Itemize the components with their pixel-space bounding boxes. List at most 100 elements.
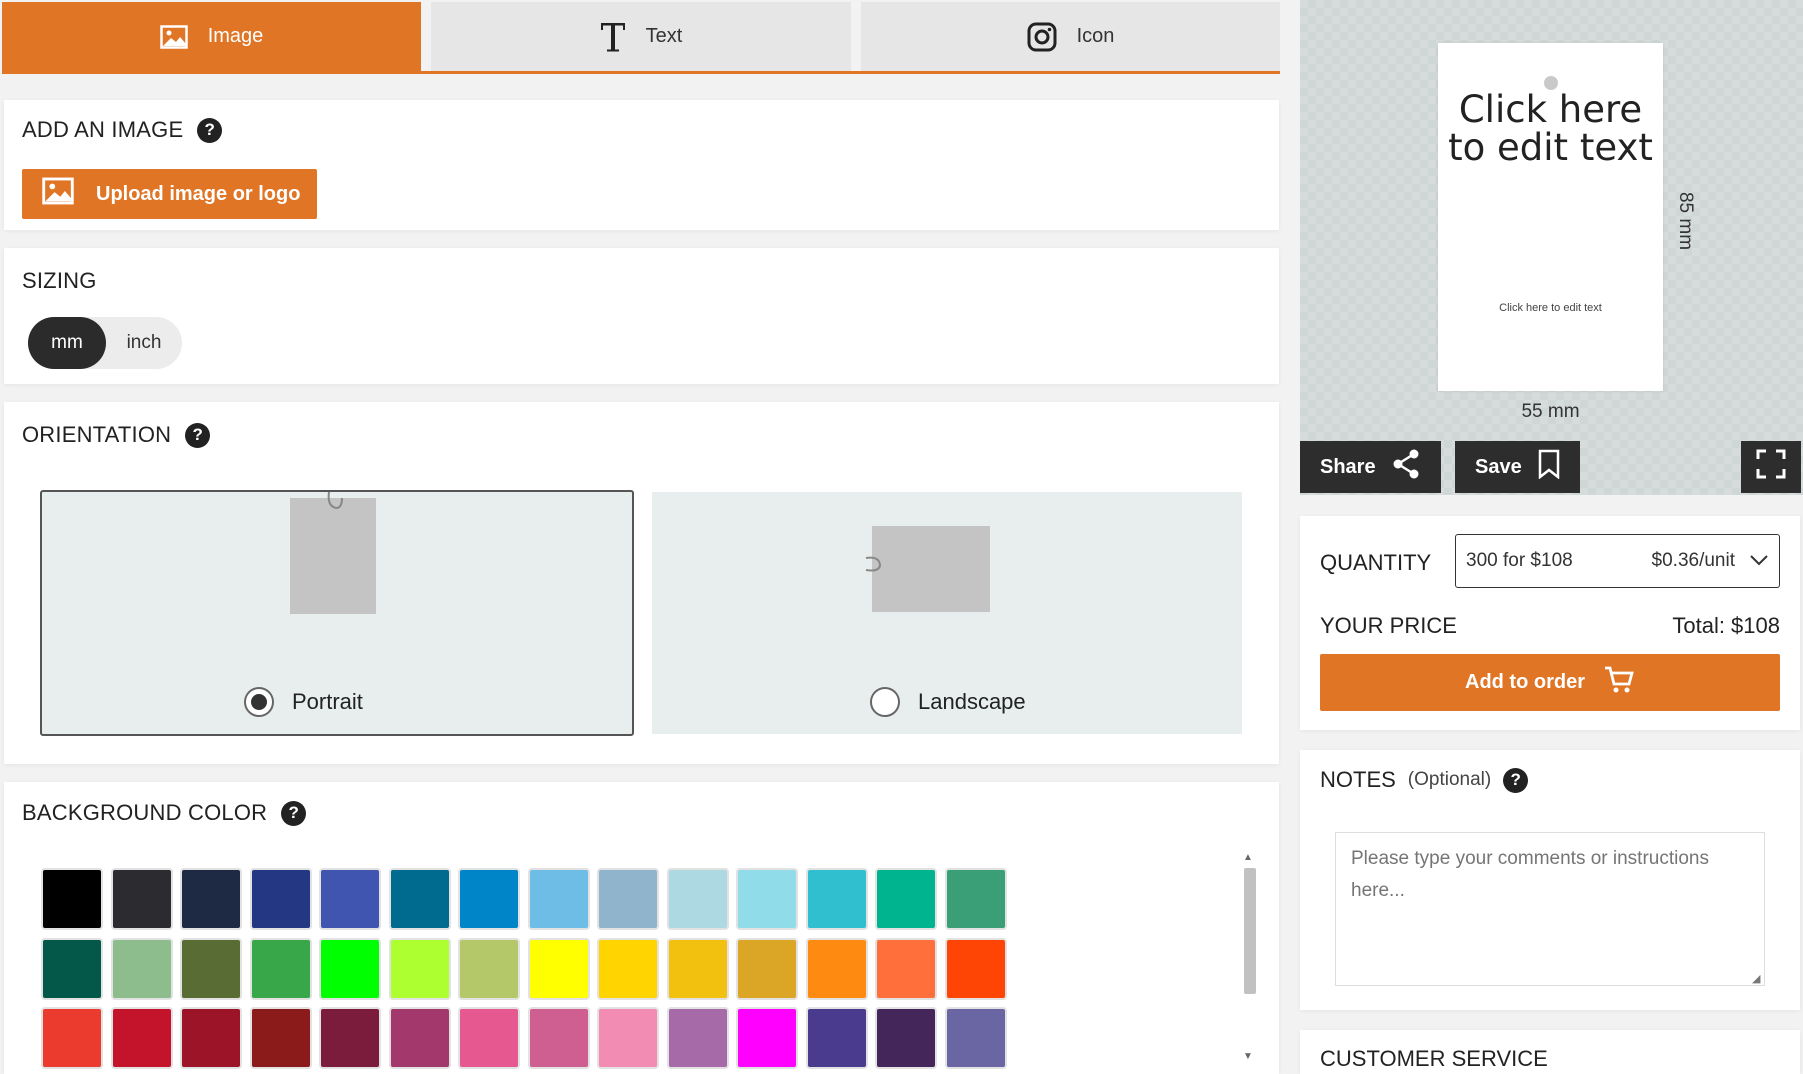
resize-grip-icon[interactable]: ◢ xyxy=(1752,972,1760,985)
landscape-label: Landscape xyxy=(918,689,1026,714)
unit-inch-option[interactable]: inch xyxy=(106,317,182,369)
color-swatch[interactable] xyxy=(388,937,451,1000)
fullscreen-button[interactable] xyxy=(1741,441,1801,493)
customer-service-section: CUSTOMER SERVICE xyxy=(1300,1030,1800,1074)
color-swatch[interactable] xyxy=(41,868,103,930)
color-swatch[interactable] xyxy=(597,937,659,1000)
portrait-radio[interactable] xyxy=(244,687,274,717)
chevron-down-icon xyxy=(1749,550,1769,572)
string-icon xyxy=(865,556,882,572)
add-to-order-button[interactable]: Add to order xyxy=(1320,654,1780,711)
notes-section: NOTES (Optional) ? ◢ xyxy=(1300,750,1800,1010)
color-swatch[interactable] xyxy=(944,1007,1007,1069)
add-image-section: ADD AN IMAGE ? Upload image or logo xyxy=(4,100,1279,230)
scroll-down-icon[interactable]: ▼ xyxy=(1243,1051,1253,1062)
color-swatch[interactable] xyxy=(875,1007,937,1069)
quantity-select[interactable]: 300 for $108 $0.36/unit xyxy=(1455,534,1780,588)
color-swatch[interactable] xyxy=(249,1007,312,1069)
width-dimension-label: 55 mm xyxy=(1521,401,1580,422)
color-swatch[interactable] xyxy=(805,868,868,930)
color-swatch[interactable] xyxy=(41,1007,103,1069)
tab-image-label: Image xyxy=(207,25,264,47)
share-button[interactable]: Share xyxy=(1300,441,1441,493)
color-swatch[interactable] xyxy=(527,1007,590,1069)
swatch-scrollbar[interactable]: ▲ ▼ xyxy=(1239,852,1261,1062)
portrait-tag-preview xyxy=(290,498,376,614)
tab-icon[interactable]: Icon xyxy=(861,2,1280,71)
color-swatch[interactable] xyxy=(458,1007,520,1069)
tab-image[interactable]: Image xyxy=(2,2,421,71)
color-swatch[interactable] xyxy=(110,868,173,930)
color-swatch[interactable] xyxy=(597,1007,659,1069)
orientation-heading: ORIENTATION ? xyxy=(22,422,211,448)
help-icon[interactable]: ? xyxy=(185,422,211,448)
unit-toggle: mm inch xyxy=(28,317,182,369)
preview-subtext[interactable]: Click here to edit text xyxy=(1438,302,1663,314)
orientation-landscape-option[interactable]: Landscape xyxy=(652,492,1242,734)
add-image-heading: ADD AN IMAGE ? xyxy=(22,117,223,143)
color-swatch[interactable] xyxy=(319,937,381,1000)
instagram-icon xyxy=(1027,22,1057,52)
color-swatch[interactable] xyxy=(805,1007,868,1069)
orientation-section: ORIENTATION ? Portrait Landscape xyxy=(4,402,1279,764)
color-swatch[interactable] xyxy=(666,1007,729,1069)
color-swatch[interactable] xyxy=(944,868,1007,930)
landscape-radio[interactable] xyxy=(870,687,900,717)
color-swatch[interactable] xyxy=(41,937,103,1000)
preview-headline-text[interactable]: Click here to edit text xyxy=(1438,91,1663,167)
color-swatch[interactable] xyxy=(875,937,937,1000)
color-swatch[interactable] xyxy=(319,1007,381,1069)
customer-service-title: CUSTOMER SERVICE xyxy=(1320,1046,1548,1071)
background-color-title: BACKGROUND COLOR xyxy=(22,800,268,825)
color-swatch[interactable] xyxy=(666,937,729,1000)
total-price: Total: $108 xyxy=(1672,613,1780,638)
orientation-portrait-option[interactable]: Portrait xyxy=(40,490,634,736)
color-swatch[interactable] xyxy=(527,868,590,930)
notes-title: NOTES xyxy=(1320,767,1396,792)
color-swatch[interactable] xyxy=(180,937,242,1000)
your-price-label: YOUR PRICE xyxy=(1320,613,1457,638)
save-label: Save xyxy=(1475,455,1522,478)
tab-text[interactable]: Text xyxy=(431,2,851,71)
color-swatch[interactable] xyxy=(249,868,312,930)
upload-image-button[interactable]: Upload image or logo xyxy=(22,169,317,219)
help-icon[interactable]: ? xyxy=(197,117,223,143)
quantity-label: QUANTITY xyxy=(1320,550,1432,575)
scroll-up-icon[interactable]: ▲ xyxy=(1243,852,1253,863)
height-dimension-label: 85 mm xyxy=(1675,191,1697,251)
help-icon[interactable]: ? xyxy=(281,800,307,826)
color-swatch[interactable] xyxy=(736,868,798,930)
sizing-title: SIZING xyxy=(22,268,97,293)
add-to-order-label: Add to order xyxy=(1465,671,1585,693)
color-swatch[interactable] xyxy=(805,937,868,1000)
tab-text-label: Text xyxy=(645,25,683,47)
unit-mm-option[interactable]: mm xyxy=(28,317,106,369)
color-swatch[interactable] xyxy=(875,868,937,930)
color-swatch[interactable] xyxy=(458,937,520,1000)
editor-panel: Image Text Icon ADD AN IMAGE ? Upload im… xyxy=(0,0,1282,1074)
save-button[interactable]: Save xyxy=(1455,441,1580,493)
background-color-heading: BACKGROUND COLOR ? xyxy=(22,800,307,826)
color-swatch[interactable] xyxy=(597,868,659,930)
color-swatch[interactable] xyxy=(388,868,451,930)
color-swatch[interactable] xyxy=(458,868,520,930)
bookmark-icon xyxy=(1538,449,1560,485)
color-swatch[interactable] xyxy=(180,1007,242,1069)
color-swatch[interactable] xyxy=(110,937,173,1000)
color-swatch[interactable] xyxy=(388,1007,451,1069)
help-icon[interactable]: ? xyxy=(1503,767,1529,793)
color-swatch[interactable] xyxy=(736,937,798,1000)
notes-textarea[interactable] xyxy=(1335,832,1765,986)
color-swatch[interactable] xyxy=(180,868,242,930)
color-swatch-grid xyxy=(41,868,1151,1074)
color-swatch[interactable] xyxy=(527,937,590,1000)
color-swatch[interactable] xyxy=(319,868,381,930)
upload-image-label: Upload image or logo xyxy=(96,182,301,205)
color-swatch[interactable] xyxy=(736,1007,798,1069)
scroll-thumb[interactable] xyxy=(1244,868,1256,994)
color-swatch[interactable] xyxy=(944,937,1007,1000)
tag-preview-card[interactable]: Click here to edit text Click here to ed… xyxy=(1438,43,1663,391)
color-swatch[interactable] xyxy=(110,1007,173,1069)
color-swatch[interactable] xyxy=(249,937,312,1000)
color-swatch[interactable] xyxy=(666,868,729,930)
